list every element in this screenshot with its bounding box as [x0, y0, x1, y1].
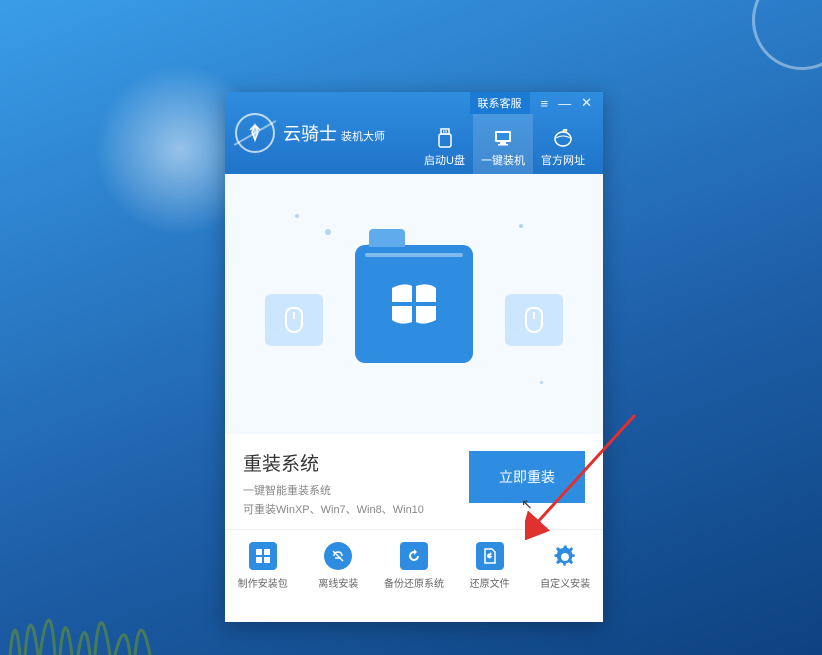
- tab-label: 一键装机: [481, 152, 525, 168]
- illustration-mouse-left: [265, 294, 323, 346]
- background-grass: [0, 575, 200, 655]
- tool-make-package[interactable]: 制作安装包: [225, 542, 301, 590]
- background-globe-icon: [752, 0, 822, 70]
- globe-icon: [552, 127, 574, 149]
- tool-label: 离线安装: [318, 575, 358, 590]
- illustration-area: [225, 174, 603, 434]
- offline-icon: [324, 542, 352, 570]
- windows-logo-icon: [386, 276, 442, 332]
- section-subtitle-2: 可重装WinXP、Win7、Win8、Win10: [243, 501, 424, 517]
- tab-official-website[interactable]: 官方网址: [533, 114, 593, 174]
- app-name: 云骑士: [283, 124, 337, 144]
- tool-label: 备份还原系统: [384, 575, 444, 590]
- tab-boot-usb[interactable]: 启动U盘: [416, 114, 473, 174]
- app-subtitle: 装机大师: [341, 131, 385, 143]
- tool-custom-install[interactable]: 自定义安装: [527, 542, 603, 590]
- package-icon: [249, 542, 277, 570]
- section-title: 重装系统: [243, 449, 424, 476]
- tab-one-click-install[interactable]: 一键装机: [473, 114, 533, 174]
- decoration-dot: [519, 224, 523, 228]
- decoration-dot: [325, 229, 331, 235]
- cursor-icon: ↖: [521, 496, 533, 513]
- backup-icon: [400, 542, 428, 570]
- menu-icon[interactable]: ≡: [536, 96, 554, 111]
- titlebar: 联系客服 ≡ — ✕: [470, 92, 604, 114]
- section-subtitle-1: 一键智能重装系统: [243, 482, 424, 498]
- bottom-toolbar: 制作安装包 离线安装 备份还原系统 还原文件 自定义安装: [225, 529, 603, 598]
- action-section: 重装系统 一键智能重装系统 可重装WinXP、Win7、Win8、Win10 立…: [225, 434, 603, 529]
- illustration-folder: [355, 245, 473, 363]
- action-text: 重装系统 一键智能重装系统 可重装WinXP、Win7、Win8、Win10: [243, 449, 424, 517]
- button-label: 立即重装: [499, 469, 555, 485]
- tool-offline-install[interactable]: 离线安装: [301, 542, 377, 590]
- decoration-dot: [540, 381, 543, 384]
- contact-support-button[interactable]: 联系客服: [470, 92, 530, 114]
- tool-label: 制作安装包: [238, 575, 288, 590]
- window-controls: ≡ — ✕: [530, 95, 604, 111]
- close-button[interactable]: ✕: [576, 95, 597, 111]
- app-window: 联系客服 ≡ — ✕ 云骑士装机大师 启动U盘: [225, 92, 603, 622]
- logo-area: 云骑士装机大师: [235, 113, 416, 153]
- reinstall-now-button[interactable]: 立即重装 ↖: [469, 451, 585, 503]
- tool-label: 还原文件: [470, 575, 510, 590]
- monitor-icon: [492, 127, 514, 149]
- tool-label: 自定义安装: [540, 575, 590, 590]
- tool-restore-files[interactable]: 还原文件: [452, 542, 528, 590]
- usb-icon: [434, 127, 456, 149]
- restore-file-icon: [476, 542, 504, 570]
- decoration-dot: [295, 214, 299, 218]
- gear-icon: [551, 542, 579, 570]
- tab-label: 官方网址: [541, 152, 585, 168]
- illustration-mouse-right: [505, 294, 563, 346]
- logo-icon: [235, 113, 275, 153]
- tab-label: 启动U盘: [424, 152, 465, 168]
- minimize-button[interactable]: —: [553, 96, 576, 111]
- tool-backup-restore[interactable]: 备份还原系统: [376, 542, 452, 590]
- app-title: 云骑士装机大师: [283, 120, 385, 146]
